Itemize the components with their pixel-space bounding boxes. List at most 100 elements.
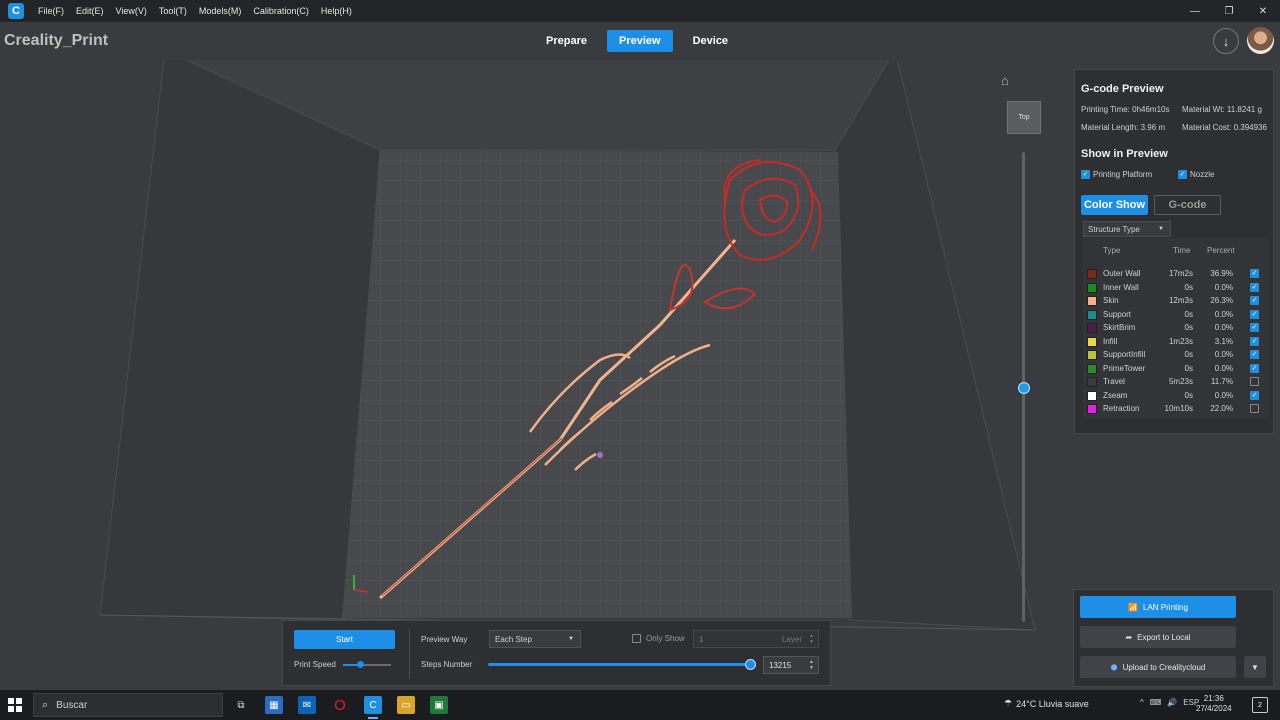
opera-icon[interactable]: O	[331, 696, 349, 714]
view-cube[interactable]: Top	[1007, 101, 1041, 134]
system-tray: ^ ⌨ 🔊 ESP	[1140, 698, 1199, 707]
chevron-down-icon: ▼	[1158, 226, 1164, 232]
legend-color-swatch	[1087, 390, 1097, 401]
menu-edit[interactable]: Edit(E)	[76, 6, 104, 16]
legend-time: 0s	[1184, 309, 1193, 319]
nozzle-checkbox[interactable]: ✓	[1178, 170, 1187, 179]
steps-slider[interactable]	[488, 663, 751, 666]
legend-color-swatch	[1087, 296, 1097, 306]
network-icon[interactable]: ⌨	[1150, 698, 1162, 707]
legend-visibility-checkbox[interactable]: ✓	[1250, 350, 1259, 359]
nozzle-option[interactable]: ✓ Nozzle	[1178, 170, 1214, 179]
legend-header-percent: Percent	[1207, 246, 1235, 255]
legend-time: 10m10s	[1164, 404, 1193, 413]
weather-rain-icon: ☂	[1004, 698, 1013, 708]
steps-number-input[interactable]: 13215 ▲ ▼	[763, 656, 819, 674]
menu-file[interactable]: File(F)	[38, 6, 64, 16]
legend-time: 12m3s	[1168, 296, 1193, 305]
print-speed-label: Print Speed	[294, 660, 336, 669]
microsoft-store-icon[interactable]: ▦	[265, 696, 283, 714]
layer-value: 1	[699, 634, 704, 644]
image-viewer-icon[interactable]: ▣	[430, 696, 448, 714]
menu-help[interactable]: Help(H)	[321, 6, 352, 16]
preview-way-value: Each Step	[495, 634, 532, 644]
steps-stepper-icon[interactable]: ▲ ▼	[809, 659, 814, 671]
search-icon: ⌕	[42, 698, 49, 711]
creality-print-taskbar-icon[interactable]: C	[364, 696, 382, 719]
download-icon[interactable]: ↓	[1213, 28, 1239, 54]
legend-header-time: Time	[1173, 246, 1191, 255]
upload-crealitycloud-label: Upload to Crealitycloud	[1122, 662, 1206, 672]
chevron-up-icon[interactable]: ^	[1140, 698, 1144, 707]
legend-visibility-checkbox[interactable]: ✓	[1250, 282, 1259, 292]
printing-platform-option[interactable]: ✓ Printing Platform	[1081, 170, 1152, 179]
preview-way-label: Preview Way	[421, 635, 468, 644]
window-controls: — ❐ ✕	[1178, 0, 1280, 22]
maximize-button[interactable]: ❐	[1212, 0, 1246, 22]
material-length: Material Length: 3.96 m	[1081, 123, 1166, 132]
legend-row: Support 0s 0.0% ✓	[1087, 309, 1267, 321]
legend-type-name: Retraction	[1103, 404, 1140, 413]
legend-visibility-checkbox[interactable]: ✓	[1250, 296, 1259, 305]
layer-slider-handle[interactable]	[1018, 382, 1030, 394]
menu-view[interactable]: View(V)	[116, 6, 147, 16]
print-speed-slider[interactable]	[343, 661, 391, 668]
taskbar-clock[interactable]: 21:36 27/4/2024	[1196, 694, 1232, 714]
menu-calibration[interactable]: Calibration(C)	[253, 6, 309, 16]
tab-prepare[interactable]: Prepare	[534, 30, 599, 52]
file-explorer-icon[interactable]: ▭	[397, 696, 415, 714]
legend-percent: 26.3%	[1210, 296, 1233, 305]
legend-time: 17m2s	[1168, 269, 1193, 278]
chevron-down-icon[interactable]: ▼	[1244, 656, 1266, 678]
legend-percent: 0.0%	[1214, 309, 1233, 319]
legend-visibility-checkbox[interactable]: ✓	[1250, 309, 1259, 319]
rose-model	[379, 159, 822, 600]
3d-viewport[interactable]	[0, 48, 1075, 690]
tab-preview[interactable]: Preview	[606, 30, 673, 52]
printing-platform-checkbox[interactable]: ✓	[1081, 170, 1090, 179]
layer-unit: Layer	[781, 634, 802, 644]
task-view-icon[interactable]: ⧉	[232, 696, 250, 714]
legend-type-name: Infill	[1103, 336, 1118, 346]
start-button[interactable]: Start	[294, 630, 395, 649]
legend-visibility-checkbox[interactable]: ✓	[1250, 363, 1259, 373]
legend-visibility-checkbox[interactable]	[1250, 377, 1259, 386]
legend-visibility-checkbox[interactable]	[1250, 404, 1259, 413]
legend-visibility-checkbox[interactable]: ✓	[1250, 323, 1259, 332]
weather-text: 24°C Lluvia suave	[1016, 698, 1089, 709]
legend-color-swatch	[1087, 350, 1097, 360]
volume-icon[interactable]: 🔊	[1167, 698, 1177, 707]
taskbar-search[interactable]: ⌕ Buscar	[33, 693, 223, 717]
home-view-icon[interactable]: ⌂	[1001, 73, 1015, 88]
tab-color-show[interactable]: Color Show	[1081, 195, 1148, 215]
menu-models[interactable]: Models(M)	[199, 6, 242, 16]
export-to-local-button[interactable]: ➦ Export to Local	[1080, 626, 1236, 648]
layer-input[interactable]: 1 Layer ▲ ▼	[693, 630, 819, 648]
upload-crealitycloud-button[interactable]: ⬢ Upload to Crealitycloud	[1080, 656, 1236, 678]
legend-visibility-checkbox[interactable]: ✓	[1250, 336, 1259, 346]
only-show-option[interactable]: Only Show	[632, 634, 685, 643]
share-arrow-icon: ➦	[1125, 632, 1133, 642]
tab-device[interactable]: Device	[681, 30, 740, 52]
legend-visibility-checkbox[interactable]: ✓	[1250, 269, 1259, 278]
legend-color-swatch	[1087, 309, 1097, 320]
legend-visibility-checkbox[interactable]: ✓	[1250, 390, 1259, 400]
windows-start-icon[interactable]	[8, 698, 22, 712]
structure-type-select[interactable]: Structure Type ▼	[1083, 221, 1171, 237]
tab-gcode[interactable]: G-code	[1154, 195, 1221, 215]
minimize-button[interactable]: —	[1178, 0, 1212, 22]
preview-way-select[interactable]: Each Step ▼	[489, 630, 581, 648]
steps-slider-handle[interactable]	[745, 659, 756, 670]
notifications-icon[interactable]: 2	[1252, 697, 1268, 713]
menu-tool[interactable]: Tool(T)	[159, 6, 187, 16]
layer-stepper-icon[interactable]: ▲ ▼	[809, 633, 814, 645]
cloud-cube-icon: ⬢	[1110, 662, 1118, 672]
weather-widget[interactable]: ☂ 24°C Lluvia suave	[1004, 698, 1089, 709]
only-show-checkbox[interactable]	[632, 634, 641, 643]
print-speed-handle[interactable]	[356, 661, 364, 668]
close-button[interactable]: ✕	[1246, 0, 1280, 22]
gcode-preview-title: G-code Preview	[1081, 83, 1164, 95]
mail-icon[interactable]: ✉	[298, 696, 316, 714]
lan-printing-button[interactable]: 📶 LAN Printing	[1080, 596, 1236, 618]
avatar[interactable]	[1247, 27, 1274, 54]
